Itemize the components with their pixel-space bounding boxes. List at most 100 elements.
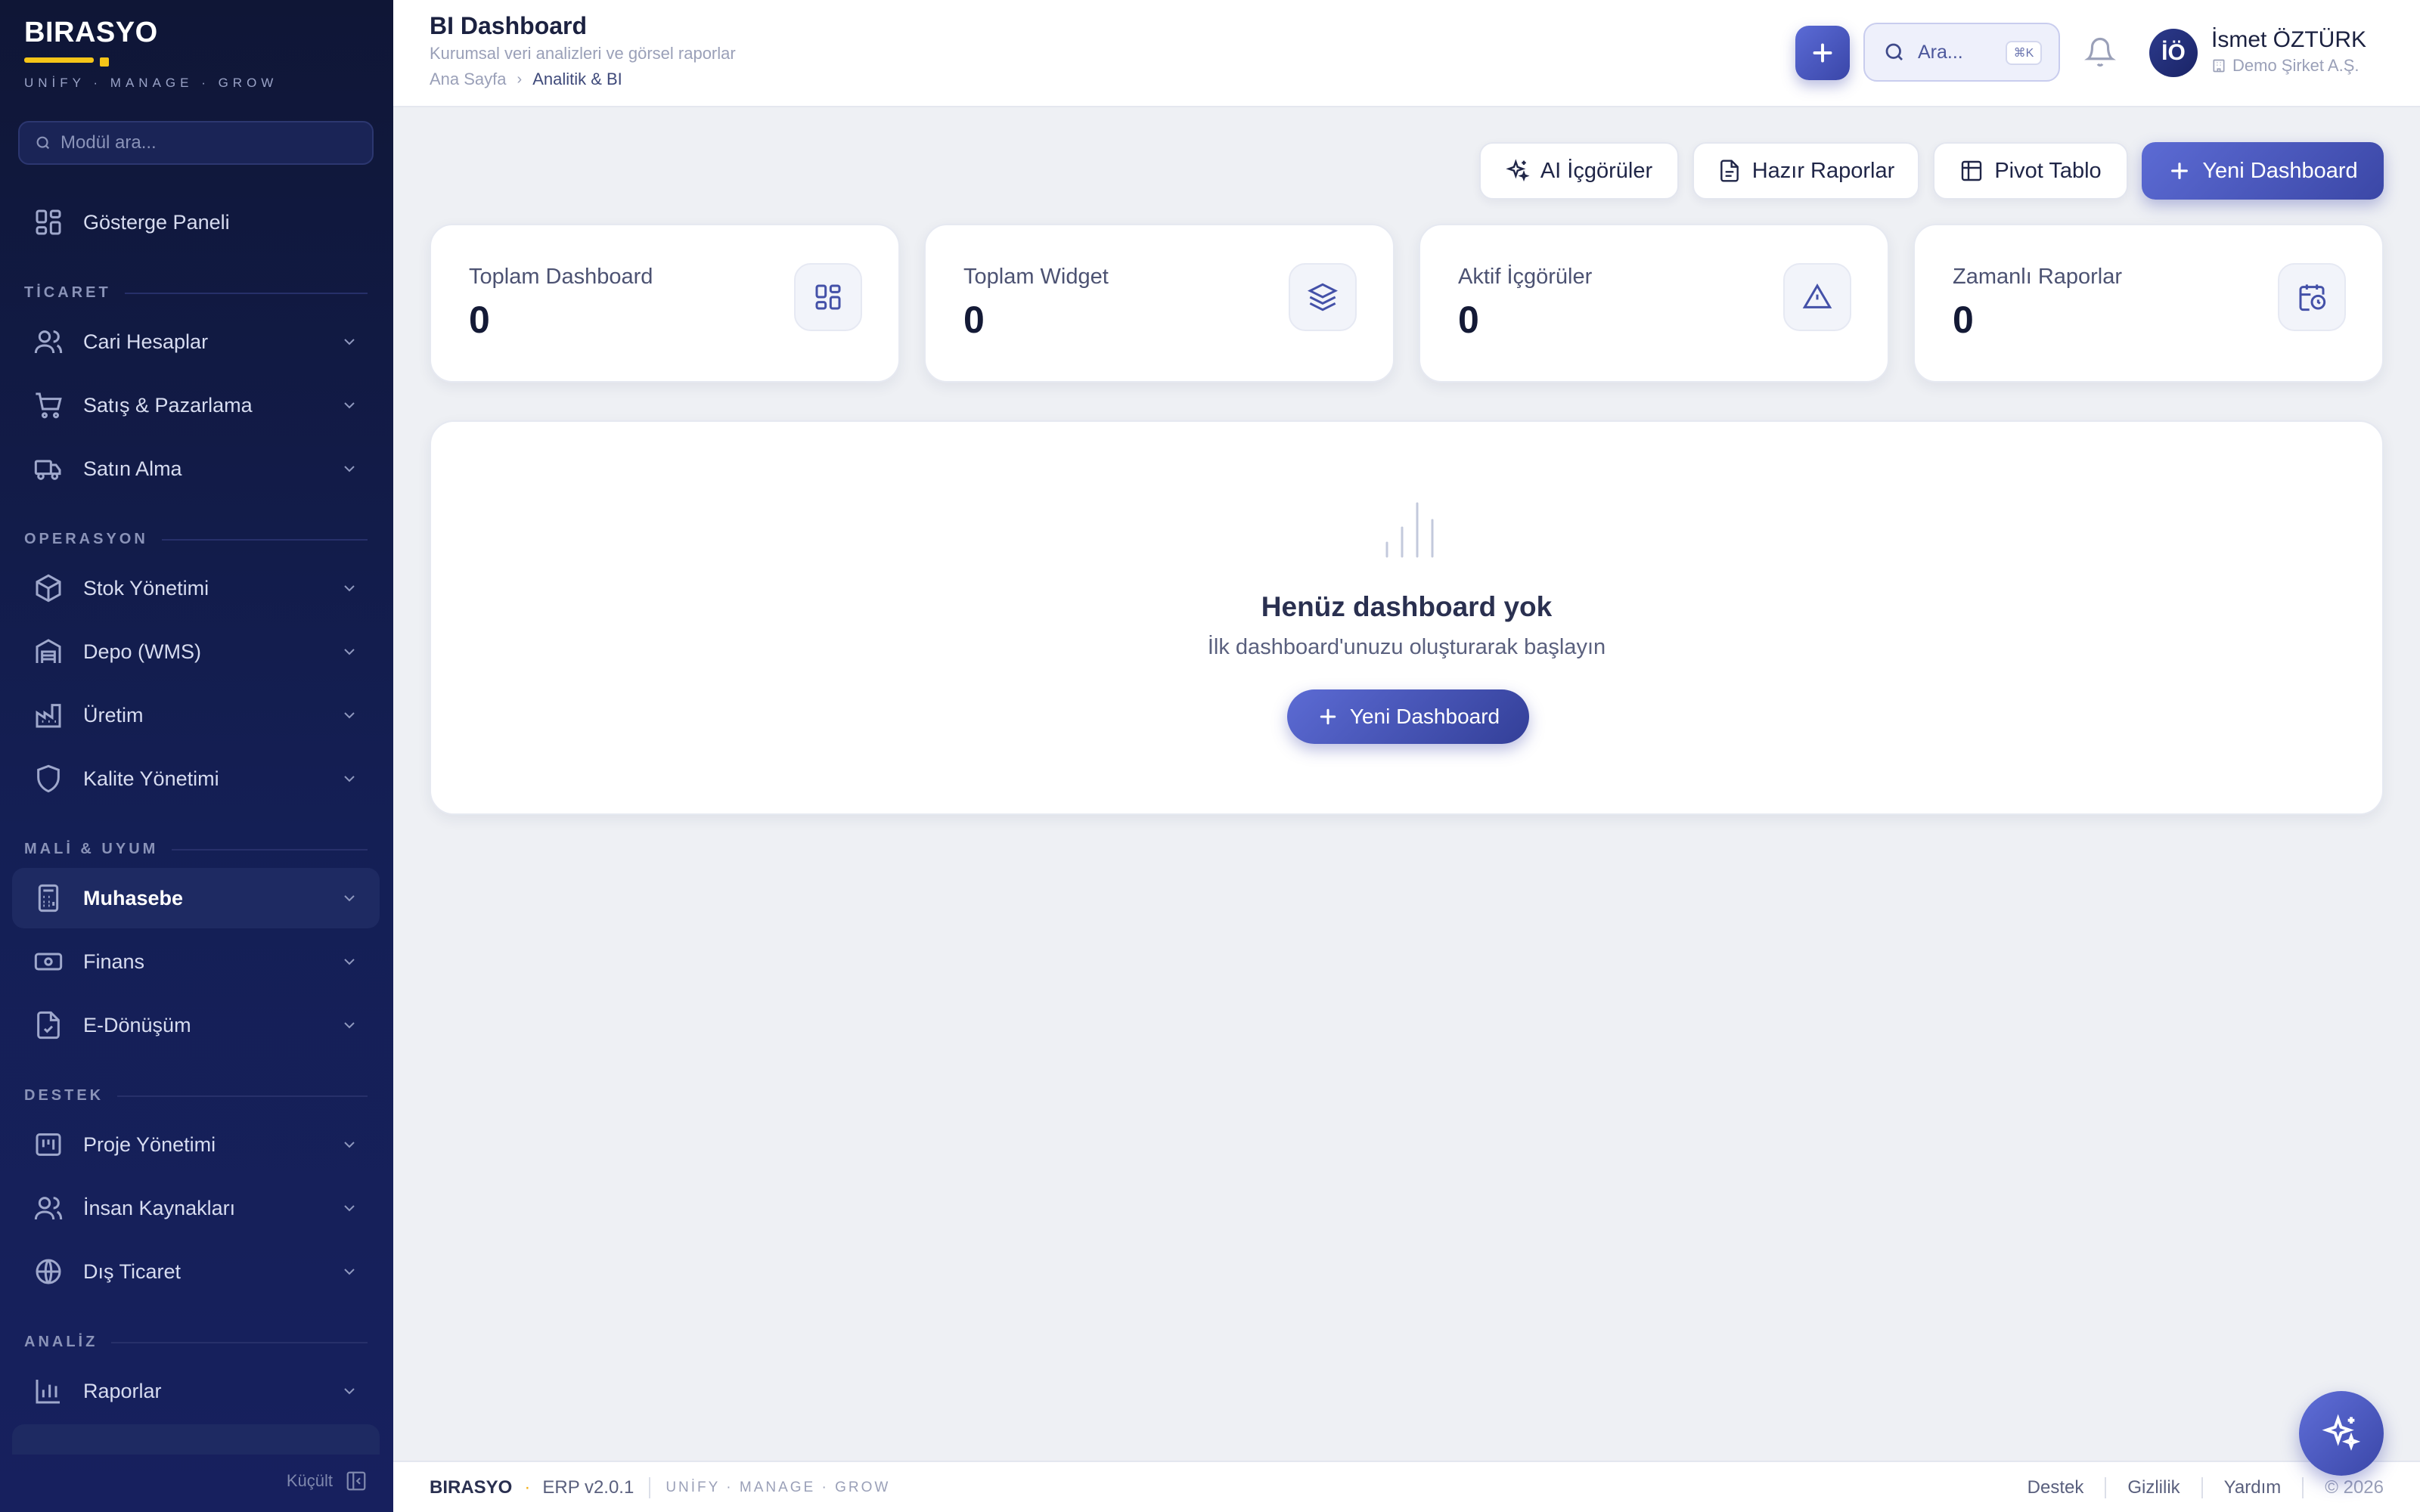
chevron-down-icon: [344, 1022, 355, 1029]
new-dashboard-button[interactable]: Yeni Dashboard: [2142, 142, 2384, 200]
module-search[interactable]: [18, 121, 374, 165]
stat-card-total-dashboard: Toplam Dashboard 0: [430, 224, 900, 383]
cart-icon: [36, 392, 62, 419]
company-name: Demo Şirket A.Ş.: [2232, 56, 2360, 75]
module-search-input[interactable]: [60, 132, 348, 153]
breadcrumb-home[interactable]: Ana Sayfa: [430, 70, 507, 89]
sidebar-item-proje[interactable]: Proje Yönetimi: [12, 1114, 380, 1175]
chevron-down-icon: [344, 402, 355, 409]
pivot-table-label: Pivot Tablo: [1994, 158, 2102, 183]
sidebar-item-satis[interactable]: Satış & Pazarlama: [12, 375, 380, 435]
warehouse-icon: [36, 639, 61, 663]
sidebar-item-depo[interactable]: Depo (WMS): [12, 621, 380, 682]
ai-insights-button[interactable]: AI İçgörüler: [1479, 142, 1679, 200]
stat-icon-box: [1289, 263, 1357, 331]
quick-add-button[interactable]: [1795, 26, 1850, 80]
empty-button-label: Yeni Dashboard: [1349, 705, 1500, 728]
stat-card-total-widget: Toplam Widget 0: [924, 224, 1395, 383]
bar-chart-icon: [1385, 502, 1434, 558]
stat-card-active-insights: Aktif İçgörüler 0: [1419, 224, 1889, 383]
section-mali-uyum: MALİ & UYUM: [24, 841, 368, 858]
bell-icon[interactable]: [2084, 36, 2116, 68]
globe-icon: [36, 1259, 61, 1284]
sidebar-item-e-donusum[interactable]: E-Dönüşüm: [12, 995, 380, 1055]
footer-divider: [2105, 1477, 2107, 1498]
section-label: ANALİZ: [24, 1334, 98, 1350]
sidebar-item-cari-hesaplar[interactable]: Cari Hesaplar: [12, 311, 380, 372]
sidebar-item-label: Dış Ticaret: [83, 1259, 182, 1283]
sidebar-item-raporlar[interactable]: Raporlar: [12, 1361, 380, 1421]
chevron-down-icon: [344, 1142, 355, 1148]
sidebar-item-label: İnsan Kaynakları: [83, 1196, 236, 1219]
footer-divider: [2201, 1477, 2203, 1498]
search-label: Ara...: [1918, 41, 1963, 63]
sidebar-item-label: Satın Alma: [83, 457, 182, 480]
brand-logo[interactable]: BIRASYO UNİFY · MANAGE · GROW: [24, 17, 273, 90]
chevron-down-icon: [344, 895, 355, 902]
sidebar-item-finans[interactable]: Finans: [12, 931, 380, 992]
sidebar-item-dashboard[interactable]: Gösterge Paneli: [12, 192, 380, 253]
sidebar-item-label: Kalite Yönetimi: [83, 767, 219, 790]
footer-link-privacy[interactable]: Gizlilik: [2127, 1477, 2180, 1498]
footer-brand: BIRASYO · ERP v2.0.1 UNİFY · MANAGE · GR…: [430, 1477, 890, 1498]
empty-new-dashboard-button[interactable]: Yeni Dashboard: [1287, 689, 1529, 744]
brand-tagline: UNİFY · MANAGE · GROW: [24, 76, 278, 90]
section-destek: DESTEK: [24, 1087, 368, 1105]
sidebar-item-label: Proje Yönetimi: [83, 1132, 216, 1156]
ready-reports-label: Hazır Raporlar: [1751, 158, 1895, 183]
footer-divider: [2302, 1477, 2304, 1498]
sidebar-item-dis-ticaret[interactable]: Dış Ticaret: [12, 1241, 380, 1302]
sidebar-item-label: Raporlar: [83, 1379, 162, 1402]
brand-underline: [24, 57, 94, 63]
sparkles-icon: [1506, 159, 1530, 182]
sidebar-item-label: E-Dönüşüm: [83, 1013, 191, 1036]
chevron-down-icon: [344, 1269, 355, 1275]
footer-brand-name: BIRASYO: [430, 1477, 513, 1498]
footer-copyright: © 2026: [2325, 1477, 2384, 1498]
stat-icon-box: [794, 263, 862, 331]
stat-value: 0: [1458, 299, 1479, 341]
breadcrumb: Ana Sayfa › Analitik & BI: [430, 70, 622, 89]
plus-icon: [1813, 43, 1832, 63]
empty-state-title: Henüz dashboard yok: [1261, 591, 1553, 622]
users-icon: [34, 330, 63, 354]
users-icon: [34, 1197, 63, 1220]
file-icon: [1720, 160, 1739, 182]
calendar-clock-icon: [2299, 284, 2326, 311]
footer: BIRASYO · ERP v2.0.1 UNİFY · MANAGE · GR…: [393, 1461, 2420, 1512]
box-icon: [36, 574, 61, 603]
ai-assistant-button[interactable]: [2299, 1391, 2384, 1476]
global-search[interactable]: Ara... ⌘K: [1863, 23, 2060, 82]
new-dashboard-label: Yeni Dashboard: [2202, 158, 2358, 183]
section-label: TİCARET: [24, 284, 111, 301]
pivot-table-button[interactable]: Pivot Tablo: [1933, 142, 2128, 200]
sidebar-item-satin-alma[interactable]: Satın Alma: [12, 438, 380, 499]
chevron-down-icon: [344, 466, 355, 472]
sidebar-item-uretim[interactable]: Üretim: [12, 685, 380, 745]
avatar[interactable]: İÖ: [2149, 29, 2198, 77]
sidebar-item-partial[interactable]: [12, 1424, 380, 1455]
breadcrumb-current: Analitik & BI: [532, 70, 622, 88]
sidebar-item-kalite[interactable]: Kalite Yönetimi: [12, 748, 380, 809]
sidebar-item-stok[interactable]: Stok Yönetimi: [12, 558, 380, 618]
empty-state-subtitle: İlk dashboard'unuzu oluşturarak başlayın: [1207, 635, 1606, 659]
plus-icon: [1320, 708, 1336, 725]
footer-link-help[interactable]: Yardım: [2224, 1477, 2282, 1498]
footer-divider: [649, 1477, 651, 1498]
kanban-icon: [36, 1133, 61, 1156]
footer-link-support[interactable]: Destek: [2028, 1477, 2084, 1498]
collapse-sidebar-button[interactable]: Küçült: [287, 1470, 368, 1492]
chevron-down-icon: [344, 959, 355, 965]
sidebar-item-muhasebe[interactable]: Muhasebe: [12, 868, 380, 928]
sidebar-item-label: Cari Hesaplar: [83, 330, 209, 353]
top-header: BI Dashboard Kurumsal veri analizleri ve…: [393, 0, 2420, 107]
user-name[interactable]: İsmet ÖZTÜRK: [2211, 27, 2366, 53]
stat-label: Aktif İçgörüler: [1458, 265, 1593, 289]
footer-version: ERP v2.0.1: [542, 1477, 634, 1498]
ready-reports-button[interactable]: Hazır Raporlar: [1692, 142, 1919, 200]
sidebar-item-insan-kaynaklari[interactable]: İnsan Kaynakları: [12, 1178, 380, 1238]
search-shortcut: ⌘K: [2006, 41, 2042, 65]
footer-dot: ·: [524, 1477, 531, 1498]
chevron-right-icon: ›: [517, 70, 523, 88]
alert-triangle-icon: [1802, 284, 1832, 308]
